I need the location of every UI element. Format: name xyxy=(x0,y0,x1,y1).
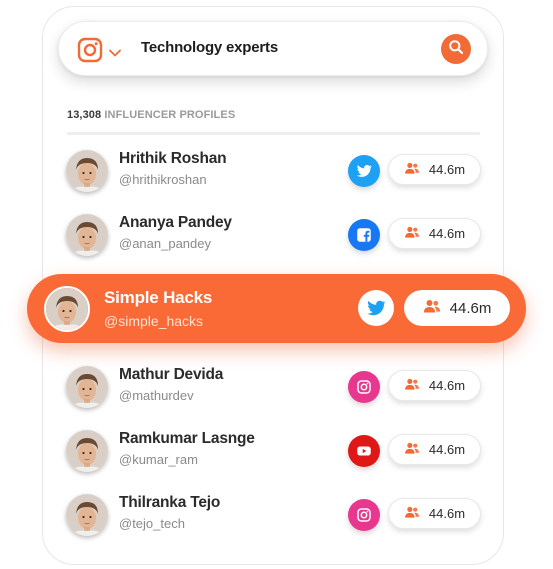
avatar xyxy=(66,494,108,536)
followers-badge: 44.6m xyxy=(388,434,481,465)
followers-badge: 44.6m xyxy=(388,498,481,529)
users-icon xyxy=(404,377,420,395)
profile-row-highlighted[interactable]: Simple Hacks @simple_hacks 44.6m xyxy=(27,274,526,343)
users-icon xyxy=(404,441,420,459)
users-icon xyxy=(404,225,420,243)
followers-count: 44.6m xyxy=(449,299,492,317)
followers-badge: 44.6m xyxy=(388,370,481,401)
search-bar[interactable]: Technology experts xyxy=(58,21,488,76)
followers-badge: 44.6m xyxy=(388,218,481,249)
profile-name: Simple Hacks xyxy=(104,288,213,307)
youtube-icon[interactable] xyxy=(348,435,380,467)
instagram-icon xyxy=(77,37,103,68)
twitter-icon[interactable] xyxy=(358,290,394,326)
results-count-number: 13,308 xyxy=(67,109,102,121)
avatar xyxy=(66,430,108,472)
followers-badge: 44.6m xyxy=(388,154,481,185)
followers-count: 44.6m xyxy=(428,506,466,521)
users-icon xyxy=(404,505,420,523)
twitter-icon[interactable] xyxy=(348,155,380,187)
results-count-label: INFLUENCER PROFILES xyxy=(104,109,236,121)
instagram-icon[interactable] xyxy=(348,499,380,531)
platform-select[interactable] xyxy=(77,37,121,68)
users-icon xyxy=(404,161,420,179)
followers-count: 44.6m xyxy=(428,226,466,241)
avatar xyxy=(44,286,90,332)
followers-count: 44.6m xyxy=(428,442,466,457)
profile-handle: @anan_pandey xyxy=(119,236,211,251)
followers-badge: 44.6m xyxy=(404,290,510,326)
profile-handle: @kumar_ram xyxy=(119,452,198,467)
profile-name: Hrithik Roshan xyxy=(119,150,227,167)
profile-handle: @hrithikroshan xyxy=(119,172,207,187)
facebook-icon[interactable] xyxy=(348,219,380,251)
profile-name: Mathur Devida xyxy=(119,366,224,383)
profile-name: Ramkumar Lasnge xyxy=(119,430,255,447)
search-button[interactable] xyxy=(441,34,471,64)
profile-row[interactable]: Ramkumar Lasnge @kumar_ram 44.6m xyxy=(66,430,482,474)
followers-count: 44.6m xyxy=(428,378,466,393)
search-query[interactable]: Technology experts xyxy=(141,39,278,56)
search-icon xyxy=(448,39,464,60)
profile-row[interactable]: Hrithik Roshan @hrithikroshan 44.6m xyxy=(66,150,482,194)
profile-handle: @tejo_tech xyxy=(119,516,185,531)
profile-row[interactable]: Mathur Devida @mathurdev 44.6m xyxy=(66,366,482,410)
profile-handle: @mathurdev xyxy=(119,388,194,403)
chevron-down-icon xyxy=(109,44,121,62)
avatar xyxy=(66,150,108,192)
avatar xyxy=(66,214,108,256)
profile-handle: @simple_hacks xyxy=(104,313,204,329)
instagram-icon[interactable] xyxy=(348,371,380,403)
profile-row[interactable]: Ananya Pandey @anan_pandey 44.6m xyxy=(66,214,482,258)
followers-count: 44.6m xyxy=(428,162,466,177)
avatar xyxy=(66,366,108,408)
profile-row[interactable]: Thilranka Tejo @tejo_tech 44.6m xyxy=(66,494,482,538)
users-icon xyxy=(423,299,441,318)
results-count: 13,308 INFLUENCER PROFILES xyxy=(67,109,235,121)
divider xyxy=(67,132,480,135)
profile-name: Ananya Pandey xyxy=(119,214,232,231)
profile-name: Thilranka Tejo xyxy=(119,494,221,511)
